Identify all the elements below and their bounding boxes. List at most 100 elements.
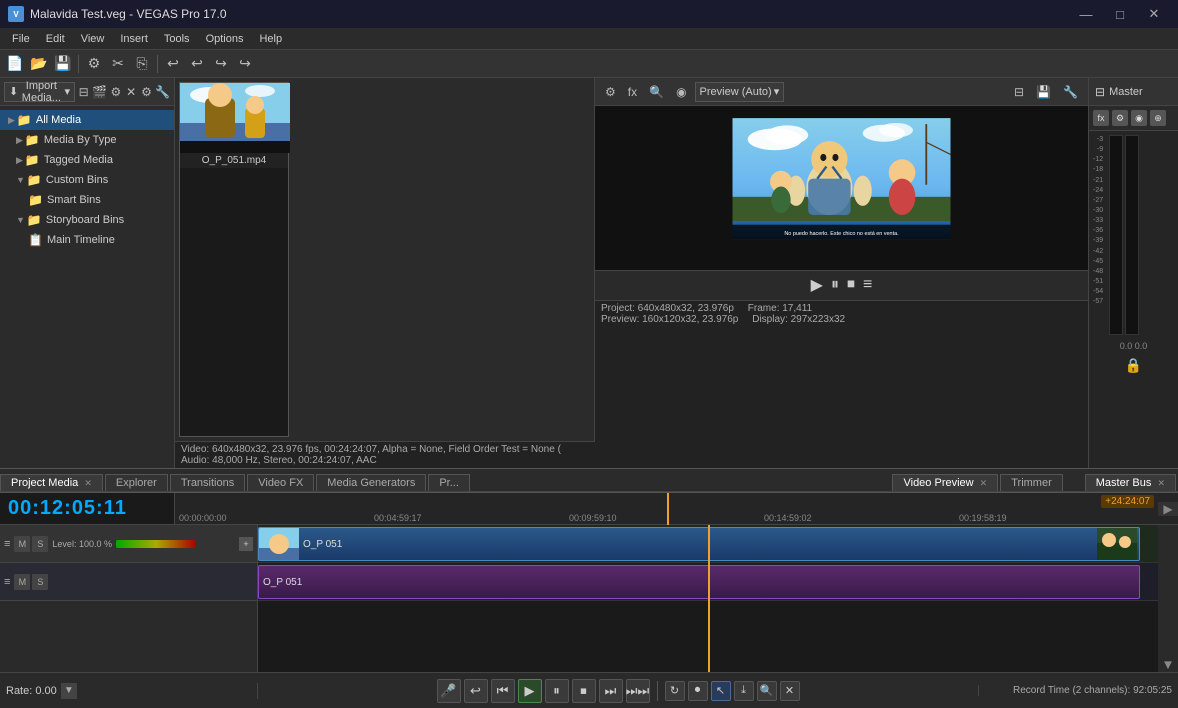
save-button[interactable]: 💾 [52,53,74,75]
timeline-header: 00:12:05:11 +24:24:07 00:00:00:00 00:04:… [0,493,1178,525]
media-tool-3[interactable]: ⚙ [109,82,122,102]
preview-settings-btn[interactable]: ⚙ [601,81,620,103]
tab-master-bus[interactable]: Master Bus ✕ [1085,474,1176,491]
more-button[interactable]: ≡ [863,276,872,294]
master-header: ⊟ Master [1089,78,1178,106]
redo-button[interactable]: ↪ [210,53,232,75]
preview-mode-dropdown[interactable]: Preview (Auto) ▾ [695,82,785,102]
menu-options[interactable]: Options [198,31,252,47]
close-button[interactable]: ✕ [1138,4,1170,24]
tab-transitions[interactable]: Transitions [170,474,245,491]
undo2-button[interactable]: ↩ [186,53,208,75]
lock-icon[interactable]: 🔒 [1125,357,1142,374]
transport-mic[interactable]: 🎤 [437,679,461,703]
properties-button[interactable]: ⚙ [83,53,105,75]
media-tool-2[interactable]: 🎬 [92,82,107,102]
tree-media-by-type[interactable]: ▶ 📁 Media By Type [0,130,174,150]
video-clip-label: O_P 051 [299,539,342,550]
timeline-ruler: 00:00:00:00 00:04:59:17 00:09:59:10 00:1… [175,493,1158,525]
master-fx-4[interactable]: ⊕ [1150,110,1166,126]
preview-tool-2[interactable]: 💾 [1032,81,1055,103]
transport-cursor[interactable]: ↖ [711,681,731,701]
transport-play[interactable]: ▶ [518,679,542,703]
preview-view-btn[interactable]: ◉ [672,81,690,103]
rate-btn[interactable]: ▼ [61,683,77,699]
menu-tools[interactable]: Tools [156,31,198,47]
transport-end[interactable]: ⏭⏭ [626,679,650,703]
tree-main-timeline[interactable]: 📋 Main Timeline [0,230,174,250]
tree-tagged-media[interactable]: ▶ 📁 Tagged Media [0,150,174,170]
redo2-button[interactable]: ↪ [234,53,256,75]
vp-close-icon[interactable]: ✕ [980,478,988,488]
tab-trimmer[interactable]: Trimmer [1000,474,1063,491]
audio-track-expand-btn[interactable]: ≡ [4,576,10,588]
audio-clip[interactable]: O_P 051 [258,565,1140,599]
transport-zoom[interactable]: 🔍 [757,681,777,701]
transport-record[interactable]: ⏺ [688,681,708,701]
menu-help[interactable]: Help [251,31,290,47]
track-solo-btn[interactable]: S [32,536,48,552]
tab-video-fx[interactable]: Video FX [247,474,314,491]
media-tool-1[interactable]: ⊟ [77,82,90,102]
undo-button[interactable]: ↩ [162,53,184,75]
media-tool-6[interactable]: 🔧 [155,82,170,102]
folder-icon-tagged-media: 📁 [25,153,40,167]
track-mute-btn[interactable]: M [14,536,30,552]
preview-fx-btn[interactable]: fx [624,81,641,103]
menu-edit[interactable]: Edit [38,31,73,47]
tab-video-preview[interactable]: Video Preview ✕ [892,474,998,491]
open-button[interactable]: 📂 [28,53,50,75]
master-fx-2[interactable]: ⚙ [1112,110,1128,126]
new-button[interactable]: 📄 [4,53,26,75]
timeline-icon: 📋 [28,233,43,247]
mark-1: 00:04:59:17 [374,513,422,523]
transport-loop[interactable]: ↻ [665,681,685,701]
tree-custom-bins[interactable]: ▼ 📁 Custom Bins [0,170,174,190]
transport-pause[interactable]: ⏸ [545,679,569,703]
menu-view[interactable]: View [73,31,113,47]
copy-button[interactable]: ⎘ [131,53,153,75]
maximize-button[interactable]: □ [1104,4,1136,24]
media-tool-5[interactable]: ⚙ [140,82,153,102]
menu-file[interactable]: File [4,31,38,47]
audio-solo-btn[interactable]: S [32,574,48,590]
transport-return[interactable]: ↩ [464,679,488,703]
tab-media-generators[interactable]: Media Generators [316,474,426,491]
track-expand-btn[interactable]: ≡ [4,538,10,550]
tab-explorer[interactable]: Explorer [105,474,168,491]
stop-button[interactable]: ⏹ [847,276,855,294]
track-lock-btn[interactable]: + [239,537,253,551]
ruler-area: +24:24:07 00:00:00:00 00:04:59:17 00:09:… [175,493,1158,525]
tree-smart-bins[interactable]: 📁 Smart Bins [0,190,174,210]
media-thumbnail[interactable]: O_P_051.mp4 [179,82,289,437]
tab-project-media[interactable]: Project Media ✕ [0,474,103,491]
transport-x[interactable]: ✕ [780,681,800,701]
preview-tool-1[interactable]: ⊟ [1010,81,1028,103]
scroll-right-btn[interactable]: ▶ [1163,502,1172,516]
track-scroll-btn[interactable]: ▼ [1158,657,1178,672]
tree-storyboard-bins[interactable]: ▼ 📁 Storyboard Bins [0,210,174,230]
mb-close-icon[interactable]: ✕ [1157,478,1165,488]
cut-button[interactable]: ✂ [107,53,129,75]
minimize-button[interactable]: — [1070,4,1102,24]
audio-mute-btn[interactable]: M [14,574,30,590]
tab-more[interactable]: Pr... [428,474,470,491]
media-tool-4[interactable]: ✕ [125,82,138,102]
transport-next[interactable]: ⏭ [599,679,623,703]
expand-custom-bins: ▼ [16,175,25,185]
transport-stop[interactable]: ⏹ [572,679,596,703]
transport-snap[interactable]: ⤓ [734,681,754,701]
master-fx-1[interactable]: fx [1093,110,1109,126]
tree-all-media[interactable]: ▶ 📁 All Media [0,110,174,130]
right-status-bar: Project: 640x480x32, 23.976p Frame: 17,4… [595,300,1088,469]
video-clip[interactable]: O_P 051 [258,527,1140,561]
play-button[interactable]: ▶ [811,275,823,295]
preview-zoom-btn[interactable]: 🔍 [645,81,668,103]
import-media-button[interactable]: ⬇ Import Media... ▾ [4,82,75,102]
pause-button[interactable]: ⏸ [831,276,839,294]
transport-prev[interactable]: ⏮ [491,679,515,703]
menu-insert[interactable]: Insert [112,31,156,47]
pm-close-icon[interactable]: ✕ [84,478,92,488]
preview-tool-3[interactable]: 🔧 [1059,81,1082,103]
master-fx-3[interactable]: ◉ [1131,110,1147,126]
